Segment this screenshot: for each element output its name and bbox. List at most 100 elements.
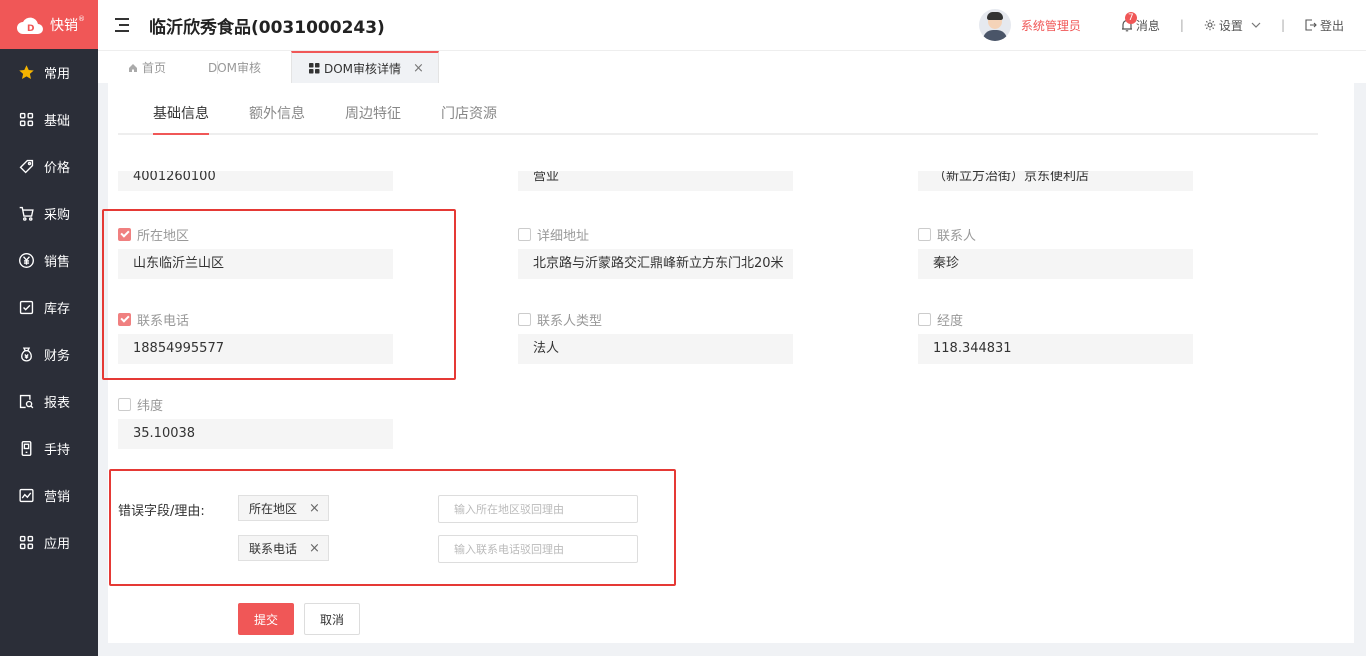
submit-button[interactable]: 提交 [238,603,294,635]
settings-label: 设置 [1218,18,1243,33]
star-icon [17,64,35,82]
sidebar-item-label: 价格 [44,161,71,176]
detail-subtabs: 基础信息 额外信息 周边特征 门店资源 [118,83,1318,135]
field-latitude-label[interactable]: 纬度 [118,395,163,414]
field-label-text: 联系人类型 [537,314,603,329]
contact-checkbox[interactable] [918,228,931,241]
close-icon[interactable]: × [309,501,320,516]
subtab-extra-info[interactable]: 额外信息 [249,103,305,135]
close-icon[interactable]: × [413,61,424,76]
sidebar-item-reports[interactable]: 报表 [0,378,98,425]
report-search-icon [17,393,35,411]
sidebar-item-price[interactable]: 价格 [0,143,98,190]
sidebar-item-apps[interactable]: 应用 [0,519,98,566]
field-contact-label[interactable]: 联系人 [918,225,976,244]
sidebar-item-finance[interactable]: 财务 [0,331,98,378]
selected-fields-highlight [102,209,456,380]
logo-registered-mark: ® [78,14,85,23]
logo-text: 快销 [50,17,78,34]
sidebar-item-marketing[interactable]: 营销 [0,472,98,519]
field-label-text: 纬度 [137,399,164,414]
sidebar-item-handheld[interactable]: 手持 [0,425,98,472]
address-checkbox[interactable] [518,228,531,241]
logout-label: 登出 [1319,18,1344,33]
field-longitude-label[interactable]: 经度 [918,310,963,329]
menu-toggle-icon[interactable] [115,18,131,32]
page-tabs: 首页 DOM审核 DOM审核详情 × [98,50,1366,84]
phone-reason-input[interactable] [438,535,638,563]
sidebar-item-inventory[interactable]: 库存 [0,284,98,331]
sidebar-item-purchase[interactable]: 采购 [0,190,98,237]
field-address-value: 北京路与沂蒙路交汇鼎峰新立方东门北20米 [518,249,793,279]
tab-dom-review-detail[interactable]: DOM审核详情 × [291,51,439,84]
field-value-partial: 4001260100 [118,171,393,191]
message-count-badge: 7 [1124,11,1137,24]
messages-label: 消息 [1135,18,1160,33]
field-latitude-value: 35.10038 [118,419,393,449]
subtab-basic-info[interactable]: 基础信息 [153,103,209,135]
grid-icon [309,63,320,74]
tag-label: 联系电话 [249,541,298,556]
user-name[interactable]: 系统管理员 [1021,17,1081,34]
sidebar-item-label: 营销 [44,490,71,505]
tab-label: 首页 [142,61,167,75]
sidebar-item-basic[interactable]: 基础 [0,96,98,143]
sidebar-item-label: 采购 [44,208,71,223]
handheld-device-icon [17,440,35,458]
app-logo[interactable]: D 快销® [0,0,98,49]
bell-icon: 7 [1121,11,1137,32]
field-address-label[interactable]: 详细地址 [518,225,589,244]
tab-home[interactable]: 首页 [128,51,218,84]
chevron-down-icon [1251,22,1261,28]
error-tag-phone: 联系电话 × [238,535,329,561]
longitude-checkbox[interactable] [918,313,931,326]
apps-icon [17,534,35,552]
settings-button[interactable]: 设置 [1204,17,1261,34]
messages-button[interactable]: 7 消息 [1121,11,1160,34]
latitude-checkbox[interactable] [118,398,131,411]
error-tag-region: 所在地区 × [238,495,329,521]
top-header: 临沂欣秀食品(0031000243) 系统管理员 7 消息 | 设置 | 登出 [98,0,1366,50]
field-value-partial: （新立方治街）京东便利店 [918,171,1193,191]
tab-label: DOM审核 [208,61,262,75]
grid-icon [17,111,35,129]
sidebar-item-label: 销售 [44,255,71,270]
home-icon [128,63,138,73]
field-longitude-value: 118.344831 [918,334,1193,364]
contact-type-checkbox[interactable] [518,313,531,326]
divider: | [1179,18,1184,32]
gear-icon [1204,19,1216,31]
logout-button[interactable]: 登出 [1305,17,1344,34]
field-contact-value: 秦珍 [918,249,1193,279]
field-label-text: 详细地址 [537,229,590,244]
field-label-text: 经度 [937,314,964,329]
sidebar: D 快销® 常用 基础 价格 采购 销售 库存 财务 报表 手持 营销 应用 [0,0,98,656]
sidebar-item-sales[interactable]: 销售 [0,237,98,284]
sidebar-item-label: 基础 [44,114,71,129]
sidebar-item-label: 财务 [44,349,71,364]
logout-icon [1305,19,1317,31]
sidebar-item-label: 手持 [44,443,71,458]
region-reason-input[interactable] [438,495,638,523]
field-value-partial: 营业 [518,171,793,191]
yen-circle-icon [17,252,35,270]
avatar[interactable] [978,9,1011,41]
detail-card: 基础信息 额外信息 周边特征 门店资源 4001260100 营业 （新立方治街… [102,83,1354,643]
tab-label: DOM审核详情 [324,62,402,76]
sidebar-item-common[interactable]: 常用 [0,49,98,96]
subtab-store-resources[interactable]: 门店资源 [441,103,497,135]
tab-dom-review[interactable]: DOM审核 [208,51,298,84]
inventory-check-icon [17,299,35,317]
page-title: 临沂欣秀食品(0031000243) [149,17,385,38]
price-tag-icon [17,158,35,176]
close-icon[interactable]: × [309,541,320,556]
field-contact-type-label[interactable]: 联系人类型 [518,310,602,329]
cloud-logo-icon: D [16,15,44,35]
error-fields-highlight [109,469,676,586]
divider: | [1280,18,1285,32]
marketing-icon [17,487,35,505]
cancel-button[interactable]: 取消 [304,603,360,635]
field-contact-type-value: 法人 [518,334,793,364]
error-fields-label: 错误字段/理由: [118,504,205,519]
subtab-surroundings[interactable]: 周边特征 [345,103,401,135]
